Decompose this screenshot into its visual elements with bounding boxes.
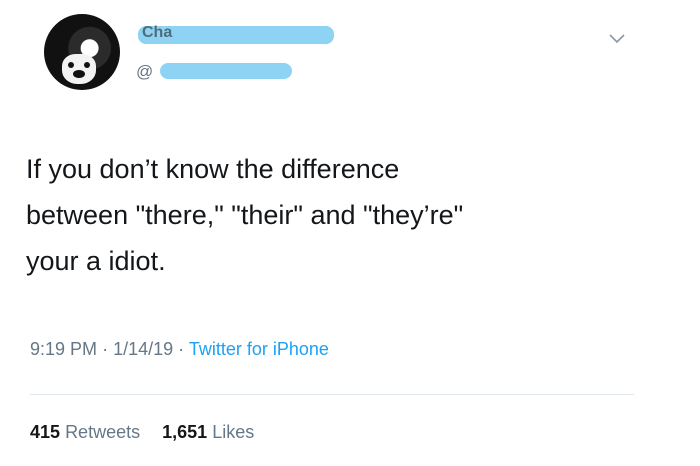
handle-redaction — [160, 63, 292, 79]
tweet-source-link[interactable]: Twitter for iPhone — [189, 339, 329, 359]
tweet-date[interactable]: 1/14/19 — [113, 339, 173, 359]
avatar-dog-eye — [84, 62, 90, 68]
likes-label[interactable]: Likes — [212, 422, 254, 442]
tweet-text-line: your a idiot. — [26, 246, 166, 276]
avatar-dog-nose — [73, 70, 85, 78]
display-name-fragment: Cha — [142, 24, 173, 41]
divider — [30, 394, 634, 395]
avatar[interactable] — [44, 14, 120, 90]
tweet-card: Cha @ If you don’t know the difference b… — [0, 0, 700, 466]
chevron-down-icon[interactable] — [608, 32, 626, 46]
user-handle[interactable]: @ — [136, 62, 153, 82]
tweet-time[interactable]: 9:19 PM — [30, 339, 97, 359]
retweets-label[interactable]: Retweets — [65, 422, 140, 442]
display-name-redaction[interactable]: Cha — [138, 24, 334, 44]
tweet-text-line: between "there," "their" and "they’re" — [26, 200, 464, 230]
tweet-text: If you don’t know the difference between… — [26, 146, 666, 284]
meta-separator: · — [102, 339, 109, 359]
avatar-dog-eye — [68, 62, 74, 68]
tweet-text-line: If you don’t know the difference — [26, 154, 400, 184]
avatar-dog-face — [62, 54, 96, 84]
tweet-stats: 415 Retweets 1,651 Likes — [30, 422, 254, 443]
meta-separator: · — [178, 339, 185, 359]
retweets-count[interactable]: 415 — [30, 422, 60, 442]
tweet-meta: 9:19 PM · 1/14/19 · Twitter for iPhone — [30, 339, 329, 360]
likes-count[interactable]: 1,651 — [162, 422, 207, 442]
